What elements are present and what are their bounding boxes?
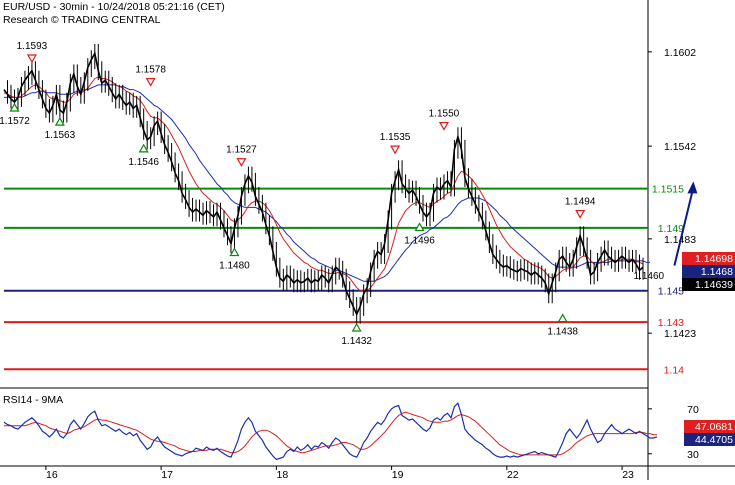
x-tick-label: 23 [622,469,634,480]
background [0,0,735,480]
swing-low-label: 1.1432 [341,336,372,347]
price-y-tick-label: 1.1423 [664,328,696,340]
swing-high-label: 1.1550 [429,109,460,120]
level-label: 1.1515 [652,184,684,196]
level-label: 1.143 [658,317,684,329]
chart-source: Research © TRADING CENTRAL [3,14,161,26]
swing-high-label: 1.1578 [135,65,166,76]
level-label: 1.14 [664,364,685,376]
rsi-tag-label: 47.0681 [695,421,733,433]
chart-canvas: 1.14231.14831.15421.16021.15151.1491.145… [0,0,735,481]
price-y-tick-label: 1.1602 [664,47,696,59]
price-y-tick-label: 1.1542 [664,141,696,153]
swing-low-label: 1.1572 [0,116,30,127]
swing-low-label: 1.1438 [547,327,578,338]
price-tag-label: 1.14639 [695,279,733,291]
swing-high-label: 1.1527 [226,145,257,156]
chart-title: EUR/USD - 30min - 10/24/2018 05:21:16 (C… [3,1,225,13]
swing-high-label: 1.1494 [565,197,596,208]
rsi-y-tick-label: 70 [687,404,699,416]
x-tick-label: 16 [46,469,58,480]
rsi-tag-label: 44.4705 [695,434,733,446]
swing-low-label: 1.1546 [128,157,159,168]
swing-low-label: 1.1496 [404,235,435,246]
level-label: 1.149 [658,223,684,235]
x-tick-label: 22 [507,469,519,480]
price-tag-label: 1.1468 [701,266,733,278]
swing-low-label: 1.1563 [45,130,76,141]
price-tag-label: 1.14698 [695,253,733,265]
chart-container: 1.14231.14831.15421.16021.15151.1491.145… [0,0,735,481]
x-tick-label: 17 [161,469,173,480]
rsi-title: RSI14 - 9MA [3,394,63,406]
swing-high-label: 1.1535 [380,132,411,143]
swing-high-label: 1.1593 [17,41,48,52]
x-tick-label: 18 [277,469,289,480]
rsi-y-tick-label: 30 [687,449,699,461]
level-label: 1.145 [658,286,684,298]
support-note-label: 1.1460 [634,271,665,282]
x-tick-label: 19 [392,469,404,480]
swing-low-label: 1.1480 [219,261,250,272]
